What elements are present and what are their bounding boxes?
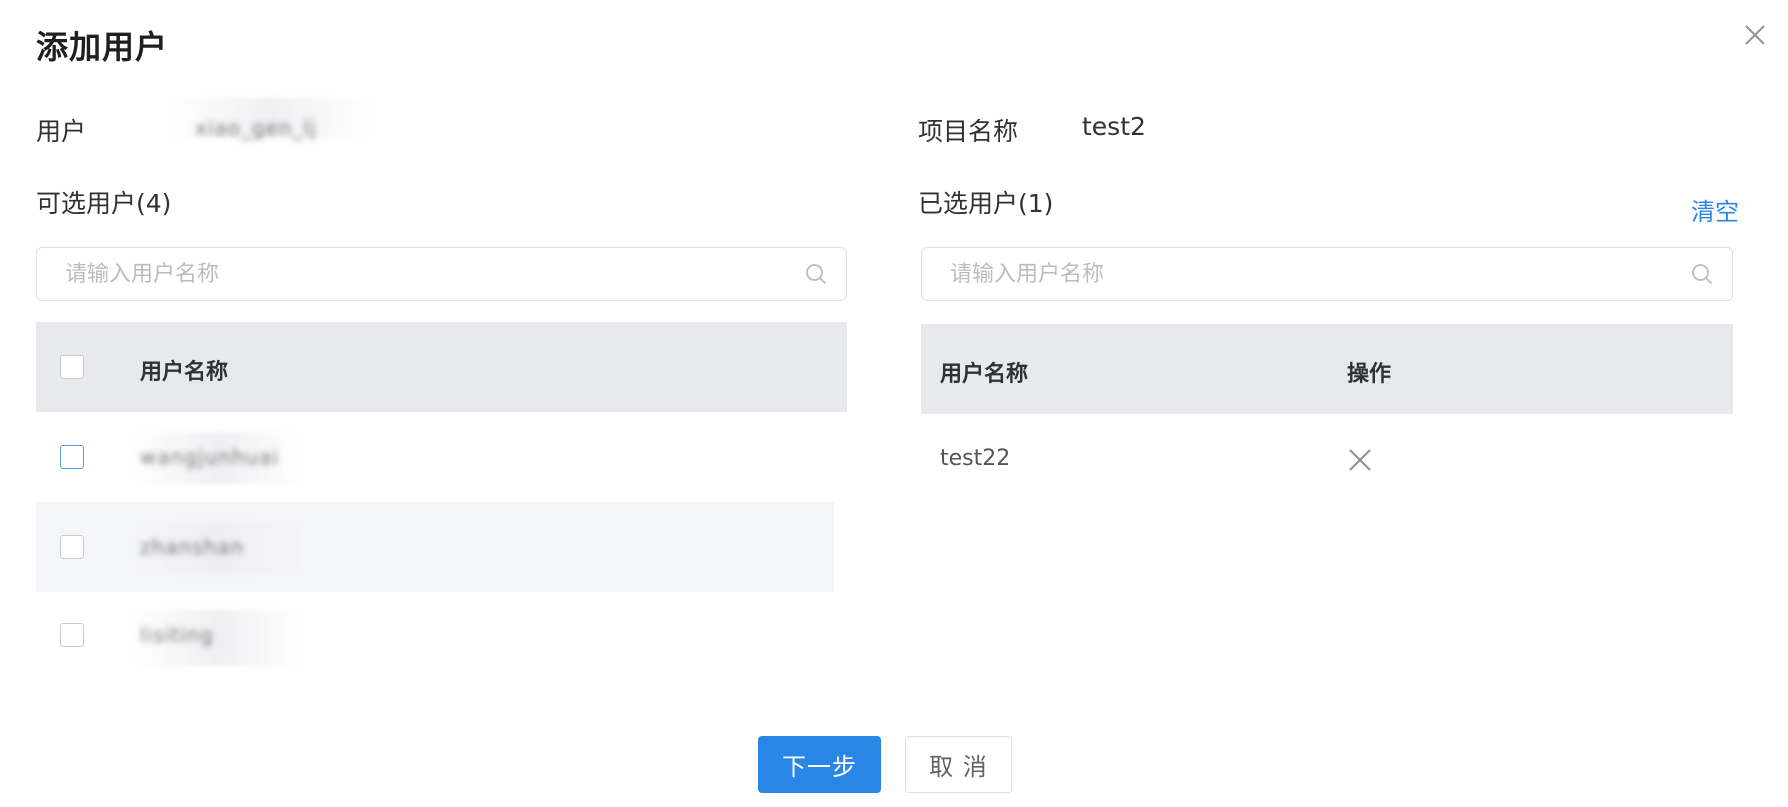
remove-icon[interactable]	[1347, 447, 1373, 473]
row-username: wangjunhuai	[140, 445, 280, 469]
row-checkbox[interactable]	[60, 445, 84, 469]
cancel-button[interactable]: 取 消	[905, 736, 1012, 793]
available-search-box[interactable]	[36, 247, 847, 301]
table-row[interactable]: wangjunhuai	[36, 412, 847, 502]
user-value: xiao_gen_lj	[195, 116, 317, 140]
row-username: zhanshan	[140, 535, 245, 559]
search-icon[interactable]	[1690, 262, 1714, 286]
project-value: test2	[1082, 112, 1146, 141]
next-step-button[interactable]: 下一步	[758, 736, 881, 793]
row-checkbox[interactable]	[60, 535, 84, 559]
selected-users-title: 已选用户(1)	[918, 189, 1054, 218]
row-username: test22	[940, 446, 1011, 471]
clear-button[interactable]: 清空	[1691, 192, 1739, 227]
table-row[interactable]: lisiting	[36, 592, 847, 682]
close-button[interactable]	[1740, 20, 1770, 50]
table-row[interactable]: zhanshan	[36, 502, 834, 592]
column-header-username: 用户名称	[140, 360, 229, 385]
column-header-username: 用户名称	[940, 362, 1029, 387]
close-icon[interactable]	[1740, 20, 1770, 50]
select-all-checkbox[interactable]	[60, 355, 84, 379]
row-username: lisiting	[140, 623, 214, 647]
row-checkbox[interactable]	[60, 623, 84, 647]
available-users-title: 可选用户(4)	[36, 189, 172, 218]
available-table-header: 用户名称	[36, 322, 847, 412]
selected-table-header: 用户名称 操作	[921, 324, 1733, 414]
selected-search-box[interactable]	[921, 247, 1733, 301]
available-search-input[interactable]	[65, 248, 784, 300]
selected-search-input[interactable]	[950, 248, 1670, 300]
dialog-title: 添加用户	[36, 28, 169, 66]
user-label: 用户	[36, 117, 87, 146]
column-header-action: 操作	[1347, 362, 1392, 387]
search-icon[interactable]	[804, 262, 828, 286]
table-row: test22	[921, 414, 1733, 504]
project-label: 项目名称	[918, 117, 1019, 146]
